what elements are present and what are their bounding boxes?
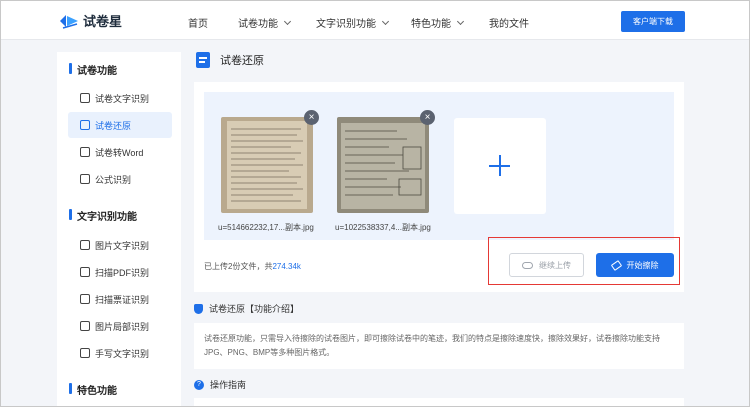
sidebar-item-formula-ocr[interactable]: 公式识别 [68, 166, 172, 192]
continue-upload-label: 继续上传 [539, 260, 571, 270]
top-nav-bar: 试卷星 首页 试卷功能 文字识别功能 特色功能 我的文件 客户端下载 [1, 1, 749, 40]
nav-my-files-label: 我的文件 [489, 19, 529, 30]
sidebar-item-label: 图片文字识别 [95, 240, 150, 251]
nav-exam-features[interactable]: 试卷功能 [238, 15, 292, 30]
sidebar-item-label: 试卷文字识别 [95, 93, 150, 104]
formula-icon [80, 174, 90, 184]
page-heading: 试卷还原 [196, 52, 264, 68]
chevron-down-icon [456, 17, 465, 25]
start-erase-label: 开始擦除 [626, 260, 659, 270]
shield-icon [194, 303, 203, 314]
sidebar-item-label: 试卷转Word [95, 147, 144, 158]
nav-special-features-label: 特色功能 [411, 19, 451, 30]
logo[interactable]: 试卷星 [58, 11, 122, 30]
sidebar-item-ticket-scan[interactable]: 扫描票证识别 [68, 286, 172, 312]
upload-drop-area[interactable]: × u=514662232,17...副本.jpg × u=1022538337… [204, 92, 674, 240]
guide-heading: ? 操作指南 [194, 378, 246, 391]
sidebar-item-exam-to-word[interactable]: 试卷转Word [68, 139, 172, 165]
sidebar-section-title: 试卷功能 [69, 62, 117, 77]
intro-heading: 试卷还原【功能介绍】 [194, 302, 299, 315]
upload-panel: × u=514662232,17...副本.jpg × u=1022538337… [194, 82, 684, 292]
nav-home-label: 首页 [188, 19, 208, 30]
nav-exam-features-label: 试卷功能 [238, 19, 278, 30]
continue-upload-button[interactable]: 继续上传 [509, 253, 584, 277]
sidebar: 试卷功能 试卷文字识别 试卷还原 试卷转Word 公式识别 文字识别功能 图片文… [57, 52, 181, 407]
file-thumbnail[interactable]: × [337, 110, 435, 213]
nav-my-files[interactable]: 我的文件 [489, 15, 529, 30]
image-crop-icon [80, 321, 90, 331]
sidebar-item-image-partial[interactable]: 图片局部识别 [68, 313, 172, 339]
sidebar-item-exam-ocr[interactable]: 试卷文字识别 [68, 85, 172, 111]
sidebar-item-label: 扫描PDF识别 [95, 267, 150, 278]
sidebar-item-image-ocr[interactable]: 图片文字识别 [68, 232, 172, 258]
chevron-down-icon [283, 17, 292, 25]
file-name: u=1022538337,4...副本.jpg [335, 223, 431, 232]
page-title: 试卷还原 [220, 55, 264, 67]
file-thumbnail[interactable]: × [221, 110, 319, 213]
cloud-upload-icon [522, 261, 533, 269]
nav-ocr-features[interactable]: 文字识别功能 [316, 15, 390, 30]
exam-image-preview [337, 117, 429, 213]
chevron-down-icon [381, 17, 390, 25]
sidebar-item-label: 公式识别 [95, 174, 132, 185]
intro-title: 试卷还原【功能介绍】 [209, 304, 300, 314]
image-text-icon [80, 240, 90, 250]
sidebar-section-title: 文字识别功能 [69, 208, 137, 223]
sidebar-item-handwriting[interactable]: 手写文字识别 [68, 340, 172, 366]
upload-summary-text: 已上传2份文件，共 [204, 262, 273, 271]
sidebar-item-label: 手写文字识别 [95, 348, 150, 359]
add-file-button[interactable] [454, 118, 546, 214]
intro-text: 试卷还原功能，只需导入待擦除的试卷图片，即可擦除试卷中的笔迹，我们的特点是擦除速… [194, 323, 684, 369]
plus-icon-vertical [499, 155, 501, 176]
nav-ocr-features-label: 文字识别功能 [316, 19, 376, 30]
sidebar-item-label: 图片局部识别 [95, 321, 150, 332]
logo-icon [58, 12, 80, 30]
start-erase-button[interactable]: 开始擦除 [596, 253, 674, 277]
pdf-scan-icon [80, 267, 90, 277]
guide-title: 操作指南 [210, 380, 247, 390]
upload-summary: 已上传2份文件，共274.34k [204, 261, 301, 272]
remove-file-button[interactable]: × [304, 110, 319, 125]
remove-file-button[interactable]: × [420, 110, 435, 125]
ticket-scan-icon [80, 294, 90, 304]
upload-total-size: 274.34k [272, 262, 301, 271]
sidebar-item-label: 扫描票证识别 [95, 294, 150, 305]
word-icon [80, 147, 90, 157]
nav-home[interactable]: 首页 [188, 15, 208, 30]
exam-image-preview [221, 117, 313, 213]
handwriting-icon [80, 348, 90, 358]
eraser-icon [610, 259, 622, 271]
nav-special-features[interactable]: 特色功能 [411, 15, 465, 30]
logo-text: 试卷星 [83, 14, 123, 29]
file-name: u=514662232,17...副本.jpg [218, 223, 314, 232]
document-text-icon [80, 93, 90, 103]
question-icon: ? [194, 379, 204, 390]
sidebar-item-label: 试卷还原 [95, 120, 132, 131]
guide-panel [194, 398, 684, 407]
sidebar-section-title: 特色功能 [69, 382, 117, 397]
sidebar-item-pdf-scan[interactable]: 扫描PDF识别 [68, 259, 172, 285]
client-download-button[interactable]: 客户端下载 [621, 11, 685, 32]
document-restore-icon [80, 120, 90, 130]
sidebar-item-exam-restore[interactable]: 试卷还原 [68, 112, 172, 138]
document-icon [196, 52, 210, 68]
